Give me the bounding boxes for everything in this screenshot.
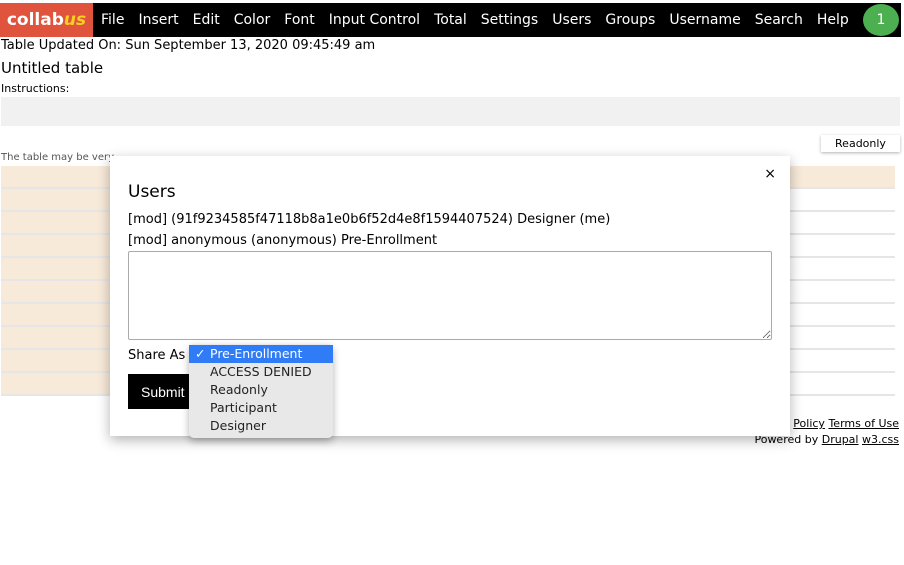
policy-link[interactable]: Policy	[793, 417, 825, 430]
logo-text: collab	[6, 10, 64, 30]
table-warning: The table may be very	[1, 152, 115, 163]
menu-edit[interactable]: Edit	[186, 12, 227, 28]
menu-input-control[interactable]: Input Control	[322, 12, 427, 28]
option-designer[interactable]: Designer	[189, 417, 333, 435]
logo[interactable]: collab us	[0, 3, 93, 37]
menu-help[interactable]: Help	[810, 12, 856, 28]
top-menu-bar: collab us File Insert Edit Color Font Inp…	[0, 3, 901, 37]
table-cell[interactable]	[1, 166, 110, 187]
checkmark-icon: ✓	[195, 346, 206, 361]
logo-accent: us	[63, 10, 87, 30]
menu-groups[interactable]: Groups	[598, 12, 662, 28]
table-cell[interactable]	[1, 235, 110, 256]
menu-username[interactable]: Username	[662, 12, 747, 28]
users-textarea[interactable]	[128, 251, 772, 340]
table-cell[interactable]	[1, 212, 110, 233]
option-readonly[interactable]: Readonly	[189, 381, 333, 399]
menu-settings[interactable]: Settings	[474, 12, 545, 28]
table-cell[interactable]	[1, 304, 110, 325]
table-cell[interactable]	[1, 350, 110, 371]
w3css-link[interactable]: w3.css	[862, 433, 899, 446]
instructions-label: Instructions:	[1, 82, 70, 95]
user-entry: [mod] anonymous (anonymous) Pre-Enrollme…	[128, 233, 438, 248]
table-cell[interactable]	[1, 281, 110, 302]
menu-file[interactable]: File	[93, 12, 131, 28]
modal-title: Users	[128, 182, 176, 202]
user-count-badge[interactable]: 1	[863, 4, 899, 36]
terms-link[interactable]: Terms of Use	[828, 417, 899, 430]
menu-color[interactable]: Color	[227, 12, 278, 28]
close-icon[interactable]: ×	[764, 166, 776, 182]
share-as-dropdown[interactable]: ✓ Pre-Enrollment ACCESS DENIED Readonly P…	[189, 344, 333, 438]
option-label: Pre-Enrollment	[210, 346, 303, 361]
menu-font[interactable]: Font	[277, 12, 321, 28]
table-cell[interactable]	[1, 327, 110, 348]
table-cell[interactable]	[1, 258, 110, 279]
drupal-link[interactable]: Drupal	[822, 433, 859, 446]
menu-insert[interactable]: Insert	[131, 12, 185, 28]
instructions-box	[1, 97, 900, 126]
menu-total[interactable]: Total	[427, 12, 474, 28]
share-as-label: Share As	[128, 348, 186, 363]
user-entry: [mod] (91f9234585f47118b8a1e0b6f52d4e8f1…	[128, 212, 611, 227]
readonly-button[interactable]: Readonly	[821, 135, 900, 152]
table-cell[interactable]	[1, 373, 110, 394]
menu-search[interactable]: Search	[748, 12, 810, 28]
menu-users[interactable]: Users	[545, 12, 598, 28]
option-access-denied[interactable]: ACCESS DENIED	[189, 363, 333, 381]
page-title: Untitled table	[1, 59, 104, 77]
option-pre-enrollment[interactable]: ✓ Pre-Enrollment	[189, 345, 333, 363]
table-updated-text: Table Updated On: Sun September 13, 2020…	[1, 38, 376, 53]
table-cell[interactable]	[1, 189, 110, 210]
option-participant[interactable]: Participant	[189, 399, 333, 417]
